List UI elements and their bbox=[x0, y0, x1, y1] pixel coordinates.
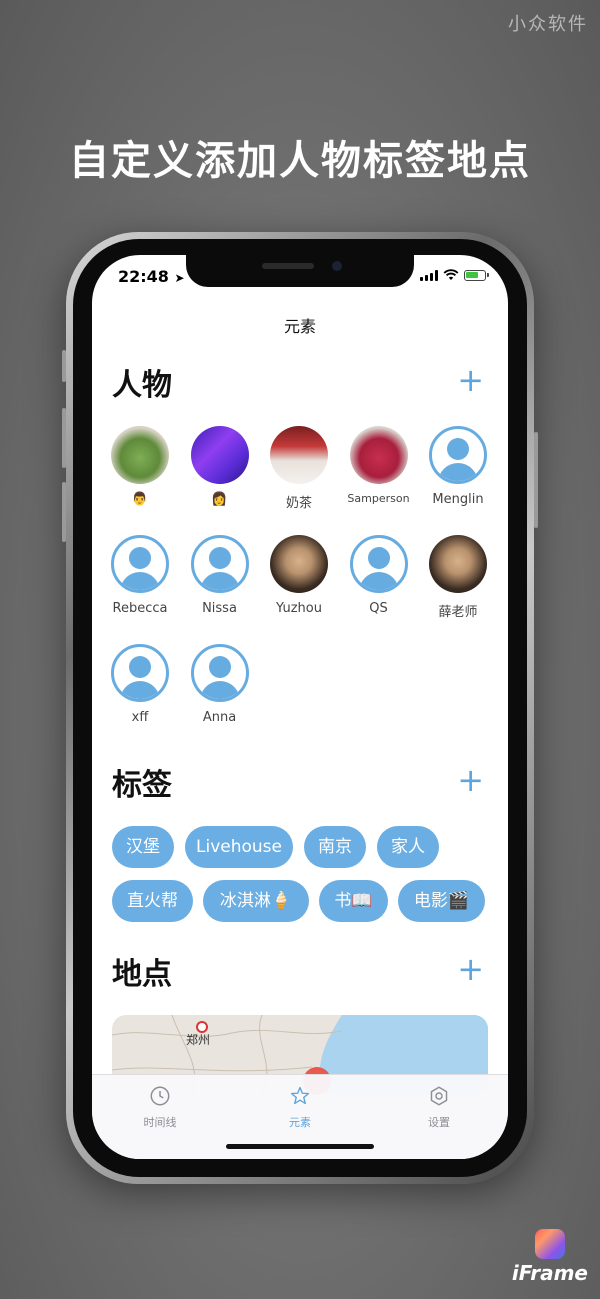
tab-bar: 时间线 元素 设置 bbox=[92, 1074, 508, 1159]
tab-timeline[interactable]: 时间线 bbox=[110, 1085, 210, 1130]
star-icon bbox=[290, 1086, 310, 1105]
person-item[interactable]: Nissa bbox=[180, 535, 260, 616]
section-title-places: 地点 bbox=[112, 957, 172, 992]
tab-label: 元素 bbox=[289, 1116, 311, 1129]
tag-chip[interactable]: 书📖 bbox=[319, 880, 388, 922]
mute-switch bbox=[62, 350, 66, 382]
iframe-logo: iFrame bbox=[512, 1229, 588, 1285]
volume-up-button bbox=[62, 408, 66, 468]
tag-chip[interactable]: 直火帮 bbox=[112, 880, 193, 922]
avatar-photo bbox=[190, 426, 249, 484]
default-avatar-icon bbox=[111, 535, 169, 593]
add-person-button[interactable]: + bbox=[457, 364, 484, 396]
app-screen: 22:48 ➤ 元素 人物 + 👨 👩 奶茶 Samperson Menglin Rebe… bbox=[92, 255, 508, 1159]
person-name: 👩 bbox=[211, 492, 228, 507]
avatar-photo bbox=[270, 535, 328, 593]
volume-down-button bbox=[62, 482, 66, 542]
tag-chip[interactable]: 电影🎬 bbox=[398, 880, 485, 922]
iframe-logo-text: iFrame bbox=[511, 1261, 588, 1285]
person-name: 👨 bbox=[131, 492, 149, 507]
person-item[interactable]: Menglin bbox=[418, 426, 498, 507]
section-title-people: 人物 bbox=[112, 368, 172, 403]
person-item[interactable]: Anna bbox=[180, 644, 260, 725]
person-item[interactable]: Samperson bbox=[339, 426, 419, 505]
map-city-label: 郑州 bbox=[186, 1033, 211, 1047]
wifi-icon bbox=[443, 269, 459, 280]
person-name: Anna bbox=[202, 710, 237, 725]
status-icons bbox=[420, 269, 489, 281]
default-avatar-icon bbox=[429, 426, 487, 484]
default-avatar-icon bbox=[111, 644, 169, 702]
person-name: Yuzhou bbox=[276, 601, 322, 616]
battery-icon bbox=[464, 269, 489, 281]
tag-chip[interactable]: Livehouse bbox=[185, 826, 293, 868]
avatar-photo bbox=[429, 535, 487, 593]
tag-chip[interactable]: 家人 bbox=[377, 826, 439, 868]
iframe-logo-icon bbox=[534, 1229, 565, 1259]
person-item[interactable]: 薛老师 bbox=[418, 535, 498, 620]
avatar-photo bbox=[270, 426, 328, 484]
person-name: xff bbox=[131, 710, 149, 725]
nav-title: 元素 bbox=[283, 317, 316, 336]
headline: 自定义添加人物标签地点 bbox=[69, 138, 531, 184]
person-item[interactable]: QS bbox=[339, 535, 419, 616]
tab-elements[interactable]: 元素 bbox=[250, 1085, 350, 1130]
clock-icon bbox=[150, 1086, 170, 1106]
tab-label: 设置 bbox=[428, 1116, 450, 1129]
default-avatar-icon bbox=[190, 535, 249, 593]
avatar-photo bbox=[111, 426, 169, 484]
default-avatar-icon bbox=[190, 644, 249, 702]
person-item[interactable]: xff bbox=[100, 644, 180, 725]
person-name: QS bbox=[369, 601, 388, 616]
tab-label: 时间线 bbox=[143, 1116, 177, 1129]
notch bbox=[186, 255, 414, 287]
tag-chip[interactable]: 冰淇淋🍦 bbox=[203, 880, 309, 922]
person-item[interactable]: 👩 bbox=[180, 426, 260, 507]
person-item[interactable]: Yuzhou bbox=[259, 535, 339, 616]
person-name: Samperson bbox=[347, 492, 410, 505]
power-button bbox=[534, 432, 538, 528]
default-avatar-icon bbox=[349, 535, 408, 593]
person-name: Rebecca bbox=[112, 601, 168, 616]
tab-settings[interactable]: 设置 bbox=[389, 1085, 489, 1130]
section-title-tags: 标签 bbox=[112, 768, 172, 803]
person-item[interactable]: 奶茶 bbox=[259, 426, 339, 511]
avatar-photo bbox=[349, 426, 408, 484]
signal-icon bbox=[420, 269, 438, 281]
person-item[interactable]: Rebecca bbox=[100, 535, 180, 616]
person-name: Menglin bbox=[432, 492, 484, 507]
person-name: 奶茶 bbox=[285, 496, 312, 511]
add-tag-button[interactable]: + bbox=[457, 764, 484, 796]
status-time: 22:48 ➤ bbox=[118, 267, 185, 286]
tag-chip[interactable]: 南京 bbox=[304, 826, 366, 868]
person-item[interactable]: 👨 bbox=[100, 426, 180, 507]
watermark: 小众软件 bbox=[508, 14, 588, 35]
person-name: 薛老师 bbox=[438, 605, 478, 620]
home-indicator bbox=[226, 1144, 374, 1149]
tag-chip[interactable]: 汉堡 bbox=[112, 826, 174, 868]
add-place-button[interactable]: + bbox=[457, 953, 484, 985]
settings-icon bbox=[430, 1086, 448, 1106]
person-name: Nissa bbox=[202, 601, 237, 616]
